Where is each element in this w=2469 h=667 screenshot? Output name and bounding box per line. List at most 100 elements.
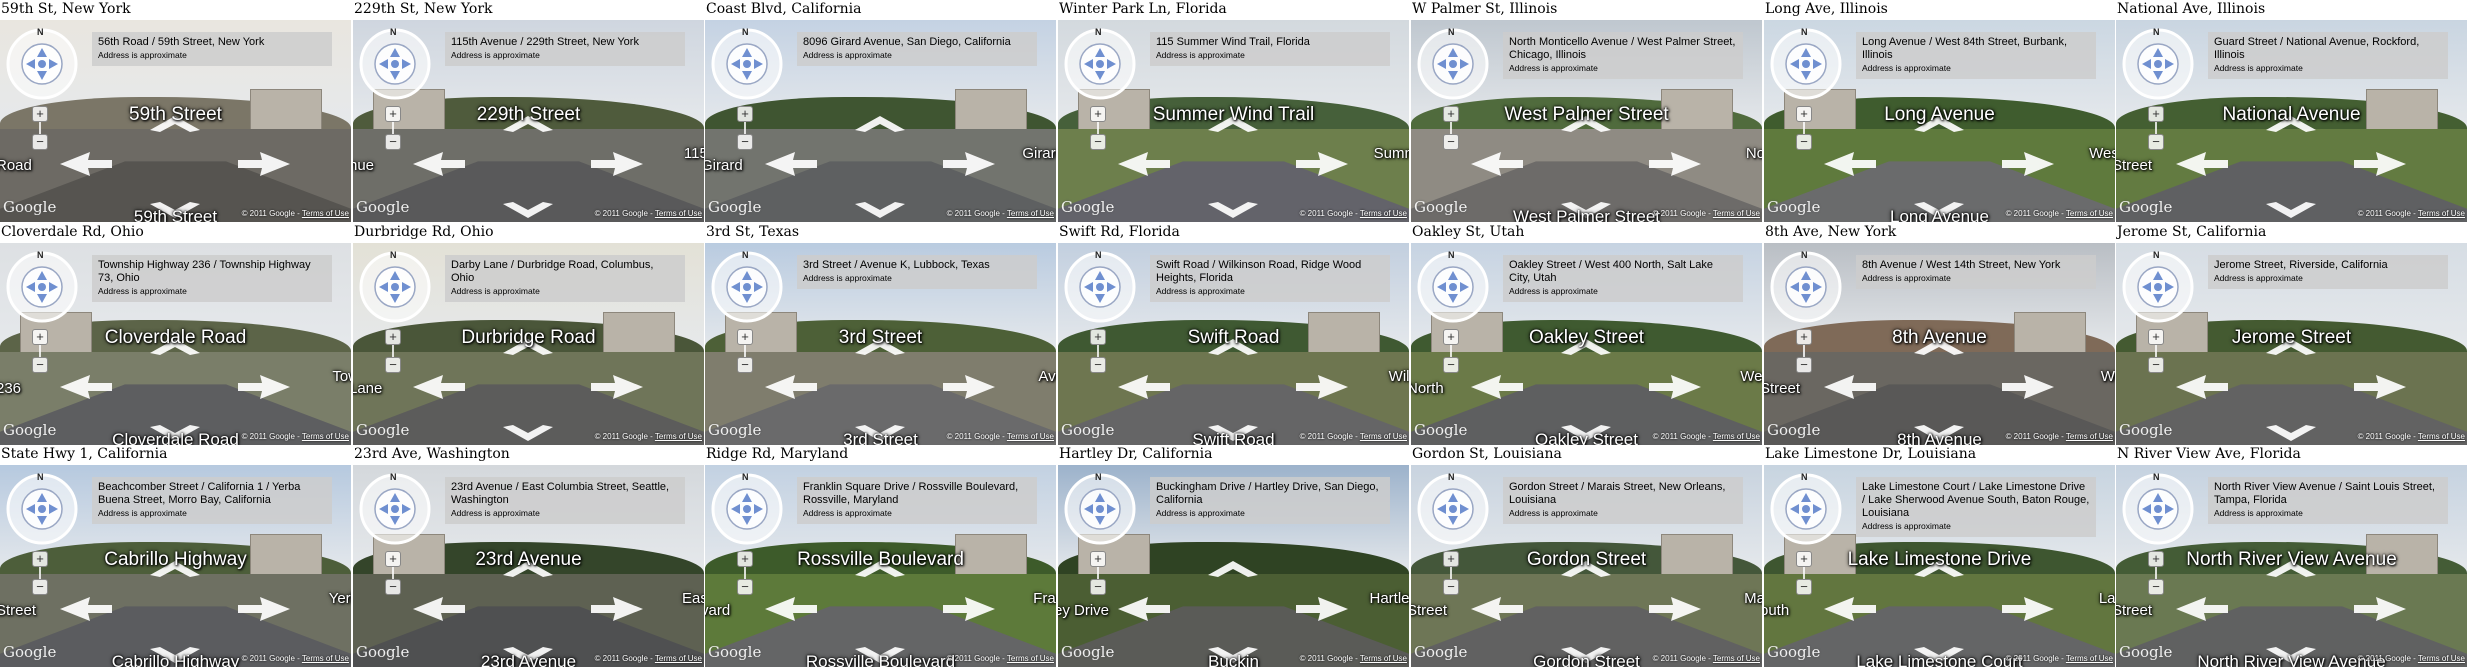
compass-icon[interactable]: N	[2120, 26, 2196, 102]
zoom-out-icon[interactable]: −	[1796, 357, 1812, 373]
street-view-image[interactable]: 8th Avenue / West 14th Street, New York A…	[1764, 243, 2115, 445]
zoom-out-icon[interactable]: −	[737, 357, 753, 373]
zoom-control[interactable]: + −	[737, 106, 753, 150]
street-label-main[interactable]: Cabrillo Highway	[0, 549, 351, 571]
compass-icon[interactable]: N	[2120, 471, 2196, 547]
pan-control[interactable]: N	[1768, 471, 1844, 547]
street-label-left[interactable]: Road	[0, 157, 32, 174]
street-label-left[interactable]: 236	[0, 380, 21, 397]
street-view-image[interactable]: 115th Avenue / 229th Street, New York Add…	[353, 20, 704, 222]
street-label-right[interactable]: Summ	[1374, 145, 1409, 162]
street-view-image[interactable]: Franklin Square Drive / Rossville Boulev…	[705, 465, 1056, 667]
compass-icon[interactable]: N	[1062, 249, 1138, 325]
zoom-out-icon[interactable]: −	[1090, 357, 1106, 373]
street-view-image[interactable]: North River View Avenue / Saint Louis St…	[2116, 465, 2467, 667]
zoom-out-icon[interactable]: −	[32, 357, 48, 373]
street-view-image[interactable]: 3rd Street / Avenue K, Lubbock, Texas Add…	[705, 243, 1056, 445]
terms-of-use-link[interactable]: Terms of Use	[1360, 654, 1407, 663]
street-label-right[interactable]: Wes	[1740, 368, 1762, 385]
compass-icon[interactable]: N	[2120, 249, 2196, 325]
zoom-out-icon[interactable]: −	[1443, 357, 1459, 373]
zoom-out-icon[interactable]: −	[1090, 134, 1106, 150]
street-view-image[interactable]: North Monticello Avenue / West Palmer St…	[1411, 20, 1762, 222]
terms-of-use-link[interactable]: Terms of Use	[1713, 432, 1760, 441]
street-label-main[interactable]: Long Avenue	[1764, 104, 2115, 126]
terms-of-use-link[interactable]: Terms of Use	[1007, 654, 1054, 663]
terms-of-use-link[interactable]: Terms of Use	[1360, 209, 1407, 218]
terms-of-use-link[interactable]: Terms of Use	[1713, 209, 1760, 218]
street-label-left[interactable]: Street	[1764, 380, 1800, 397]
street-view-image[interactable]: Oakley Street / West 400 North, Salt Lak…	[1411, 243, 1762, 445]
street-label-right[interactable]: 115t	[684, 145, 704, 162]
street-label-left[interactable]: vard	[705, 602, 730, 619]
street-label-main[interactable]: Summer Wind Trail	[1058, 104, 1409, 126]
street-label-left[interactable]: ey Drive	[1058, 602, 1109, 619]
street-label-right[interactable]: Mar	[1744, 590, 1762, 607]
zoom-in-icon[interactable]: +	[737, 106, 753, 122]
street-label-right[interactable]: Wilk	[1389, 368, 1409, 385]
street-view-image[interactable]: Jerome Street, Riverside, California Addr…	[2116, 243, 2467, 445]
street-view-image[interactable]: Swift Road / Wilkinson Road, Ridge Wood …	[1058, 243, 1409, 445]
street-label-left[interactable]: Lane	[353, 380, 382, 397]
compass-icon[interactable]: N	[1415, 471, 1491, 547]
pan-control[interactable]: N	[4, 26, 80, 102]
street-label-main[interactable]: 3rd Street	[705, 327, 1056, 349]
street-label-left[interactable]: nue	[353, 157, 374, 174]
terms-of-use-link[interactable]: Terms of Use	[1360, 432, 1407, 441]
compass-icon[interactable]: N	[357, 249, 433, 325]
pan-control[interactable]: N	[709, 26, 785, 102]
terms-of-use-link[interactable]: Terms of Use	[2066, 432, 2113, 441]
compass-icon[interactable]: N	[4, 471, 80, 547]
zoom-out-icon[interactable]: −	[1443, 134, 1459, 150]
street-label-main[interactable]: North River View Avenue	[2116, 549, 2467, 571]
street-view-image[interactable]: Buckingham Drive / Hartley Drive, San Di…	[1058, 465, 1409, 667]
compass-icon[interactable]: N	[4, 249, 80, 325]
street-label-left[interactable]: North	[1411, 380, 1444, 397]
street-label-main[interactable]: 8th Avenue	[1764, 327, 2115, 349]
street-label-left[interactable]: Street	[2116, 602, 2152, 619]
zoom-out-icon[interactable]: −	[1443, 579, 1459, 595]
street-label-right[interactable]: Girard	[1022, 145, 1056, 162]
terms-of-use-link[interactable]: Terms of Use	[655, 209, 702, 218]
pan-control[interactable]: N	[2120, 26, 2196, 102]
street-label-right[interactable]: Fran	[1033, 590, 1056, 607]
zoom-out-icon[interactable]: −	[32, 134, 48, 150]
street-label-main[interactable]: Rossville Boulevard	[705, 549, 1056, 571]
pan-control[interactable]: N	[1768, 249, 1844, 325]
terms-of-use-link[interactable]: Terms of Use	[655, 654, 702, 663]
street-label-right[interactable]: Yerb	[329, 590, 351, 607]
street-label-right[interactable]: We	[2101, 368, 2115, 385]
street-label-left[interactable]: Girard	[705, 157, 743, 174]
street-view-image[interactable]: Darby Lane / Durbridge Road, Columbus, O…	[353, 243, 704, 445]
zoom-out-icon[interactable]: −	[2148, 134, 2164, 150]
pan-control[interactable]: N	[1415, 471, 1491, 547]
zoom-slider[interactable]	[1097, 567, 1099, 579]
terms-of-use-link[interactable]: Terms of Use	[2418, 209, 2465, 218]
street-label-right[interactable]: Lak	[2099, 590, 2115, 607]
street-label-main[interactable]: Durbridge Road	[353, 327, 704, 349]
zoom-out-icon[interactable]: −	[385, 579, 401, 595]
pan-control[interactable]: N	[1415, 26, 1491, 102]
street-label-right[interactable]: Hartley	[1369, 590, 1409, 607]
street-label-main[interactable]: Swift Road	[1058, 327, 1409, 349]
terms-of-use-link[interactable]: Terms of Use	[1007, 432, 1054, 441]
street-label-right[interactable]: Ave	[1038, 368, 1056, 385]
pan-control[interactable]: N	[709, 471, 785, 547]
street-view-image[interactable]: 56th Road / 59th Street, New York Address…	[0, 20, 351, 222]
pan-control[interactable]: N	[1062, 26, 1138, 102]
pan-control[interactable]: N	[1062, 471, 1138, 547]
zoom-in-icon[interactable]: +	[1090, 551, 1106, 567]
pan-control[interactable]: N	[357, 471, 433, 547]
street-label-main[interactable]: Jerome Street	[2116, 327, 2467, 349]
terms-of-use-link[interactable]: Terms of Use	[2418, 654, 2465, 663]
compass-icon[interactable]: N	[709, 471, 785, 547]
zoom-out-icon[interactable]: −	[385, 357, 401, 373]
compass-icon[interactable]: N	[357, 26, 433, 102]
street-label-right[interactable]: East	[682, 590, 704, 607]
pan-control[interactable]: N	[1415, 249, 1491, 325]
terms-of-use-link[interactable]: Terms of Use	[2418, 432, 2465, 441]
compass-icon[interactable]: N	[1062, 26, 1138, 102]
street-label-main[interactable]: 23rd Avenue	[353, 549, 704, 571]
zoom-out-icon[interactable]: −	[737, 134, 753, 150]
street-label-main[interactable]: National Avenue	[2116, 104, 2467, 126]
